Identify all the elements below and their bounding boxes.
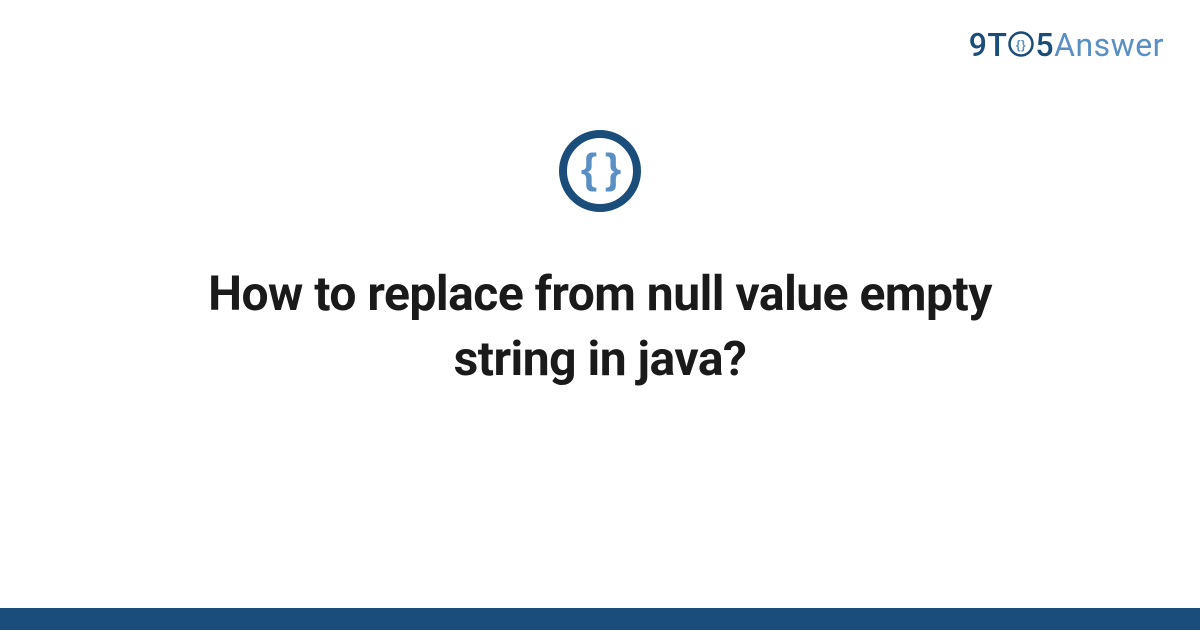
logo-circle-icon: {} (1008, 27, 1034, 53)
code-braces-icon: { } (559, 130, 641, 212)
logo-t: T (987, 26, 1007, 64)
braces-glyph: { } (581, 148, 619, 190)
footer-bar (0, 608, 1200, 630)
logo-answer: Answer (1054, 26, 1164, 64)
svg-text:{}: {} (1016, 38, 1026, 52)
question-title: How to replace from null value empty str… (150, 262, 1050, 392)
logo-nine: 9 (969, 26, 988, 64)
main-content: { } How to replace from null value empty… (0, 130, 1200, 392)
site-logo: 9T {} 5Answer (969, 26, 1164, 64)
logo-five: 5 (1035, 26, 1054, 64)
